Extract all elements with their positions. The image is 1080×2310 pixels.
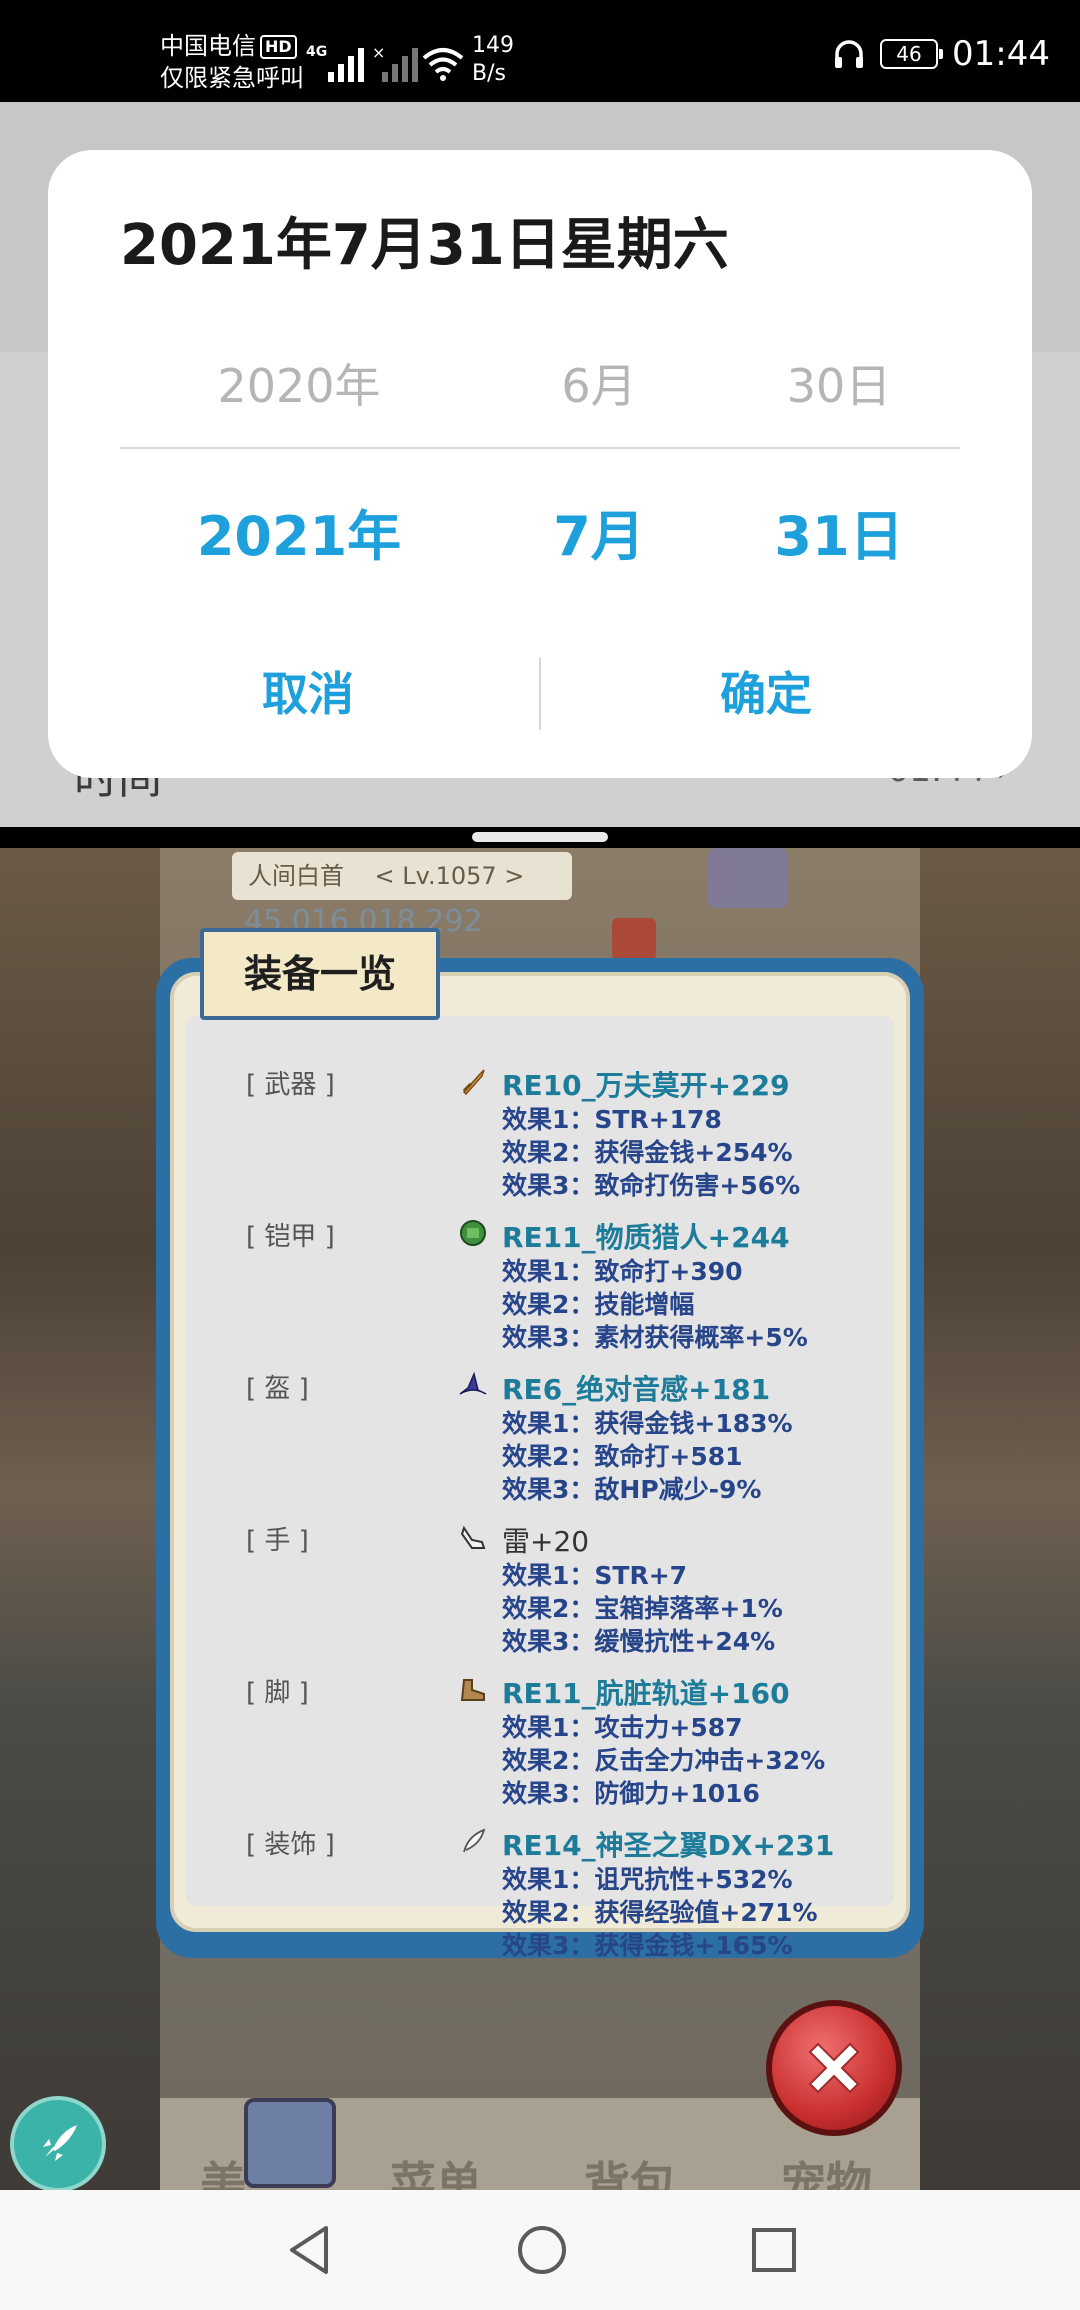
slot-label: [ 铠甲 ] [246,1222,335,1252]
hd-badge: HD [260,35,297,59]
effect-2: 效果2：反击全力冲击+32% [502,1746,826,1775]
effect-3: 效果3：敌HP减少-9% [502,1475,762,1504]
picker-divider [120,447,960,449]
equipment-name: RE14_神圣之翼DX+231 [502,1829,835,1862]
signal-strength-icon [328,48,364,82]
year-option-prev[interactable]: 2020年 [169,350,429,416]
effect-3: 效果3：致命打伤害+56% [502,1171,801,1200]
boot-icon [460,1679,485,1701]
equipment-name: RE11_肮脏轨道+160 [502,1677,790,1710]
feather-icon [463,1828,486,1853]
status-right: 46 01:44 [832,30,1050,78]
effect-1: 效果1：攻击力+587 [502,1713,743,1742]
effect-3: 效果3：获得金钱+165% [502,1931,793,1960]
status-time: 01:44 [952,34,1050,74]
player-level: < Lv.1057 > [374,862,525,890]
speed-unit: B/s [472,61,506,86]
carrier-info: 中国电信 HD 仅限紧急呼叫 [160,30,304,94]
close-icon [808,2042,860,2094]
player-name: 人间白首 [248,862,344,890]
slot-label: [ 盔 ] [246,1374,309,1404]
effect-2: 效果2：宝箱掉落率+1% [502,1594,783,1623]
effect-1: 效果1：STR+7 [502,1561,688,1590]
speed-value: 149 [472,33,514,58]
confirm-button[interactable]: 确定 [576,654,956,734]
status-bar: 中国电信 HD 仅限紧急呼叫 4G × 149 B/s 46 01:44 [0,0,1080,102]
month-wheel-selected[interactable]: 7月 [469,492,729,571]
sword-icon [462,1069,485,1096]
home-icon[interactable] [514,2220,570,2280]
equipment-name: RE10_万夫莫开+229 [502,1069,790,1102]
split-screen-handle[interactable] [472,832,608,842]
game-window: 人间白首 < Lv.1057 > 45,016,018,292 美 菜单 背包 … [0,848,1080,2190]
hat-icon [459,1371,487,1395]
svg-text:×: × [372,44,385,62]
treasure-box-menu-icon[interactable] [244,2098,336,2188]
effect-2: 效果2：技能增幅 [502,1290,695,1319]
wifi-icon [422,48,464,81]
back-icon[interactable] [282,2220,338,2280]
date-picker-title: 2021年7月31日星期六 [120,213,729,278]
effect-1: 效果1：STR+178 [502,1105,722,1134]
panel-title: 装备一览 [200,928,440,1020]
day-option-prev[interactable]: 30日 [709,350,969,416]
equipment-panel: [ 武器 ] RE10_万夫莫开+229 效果1：STR+178 效果2：获得金… [156,958,924,1960]
signal-no-service-icon: × [372,44,418,82]
month-option-prev[interactable]: 6月 [469,350,729,416]
slot-label: [ 手 ] [246,1526,309,1556]
treasure-box-icon[interactable] [708,848,788,908]
network-speed: 149 B/s [472,32,514,88]
rocket-glyph-icon [43,2125,77,2161]
close-button[interactable] [766,2000,902,2136]
network-type-label: 4G [306,44,328,60]
equipment-list: [ 武器 ] RE10_万夫莫开+229 效果1：STR+178 效果2：获得金… [186,1016,894,1960]
effect-3: 效果3：素材获得概率+5% [502,1323,808,1352]
battery-indicator: 46 [880,39,944,69]
effect-2: 效果2：致命打+581 [502,1442,743,1471]
headphones-icon [835,40,864,68]
date-picker-dialog: 2021年7月31日星期六 2020年 6月 30日 2021年 7月 31日 … [48,150,1032,778]
effect-2: 效果2：获得金钱+254% [502,1138,793,1167]
equipment-name: 雷+20 [502,1525,590,1558]
effect-3: 效果3：缓慢抗性+24% [502,1627,776,1656]
effect-1: 效果1：获得金钱+183% [502,1409,793,1438]
navigation-bar [0,2190,1080,2310]
equipment-name: RE6_绝对音感+181 [502,1373,771,1406]
slot-label: [ 脚 ] [246,1678,309,1708]
effect-1: 效果1：致命打+390 [502,1257,743,1286]
menu-item-1[interactable]: 菜单 [390,2148,482,2190]
slot-label: [ 装饰 ] [246,1830,335,1860]
menu-item-0[interactable]: 美 [200,2148,246,2190]
glove-icon [460,1525,486,1549]
recent-apps-icon[interactable] [746,2220,802,2280]
carrier-name: 中国电信 [160,32,256,60]
day-wheel-selected[interactable]: 31日 [709,492,969,571]
armor-icon [460,1220,486,1246]
equipment-panel-body: [ 武器 ] RE10_万夫莫开+229 效果1：STR+178 效果2：获得金… [170,972,910,1960]
player-info: 人间白首 < Lv.1057 > [232,852,572,900]
menu-item-2[interactable]: 背包 [584,2148,676,2190]
cancel-button[interactable]: 取消 [118,654,498,734]
menu-item-3[interactable]: 宠物 [780,2148,872,2190]
effect-3: 效果3：防御力+1016 [502,1779,760,1808]
slot-label: [ 武器 ] [246,1070,335,1100]
equipment-name: RE11_物质猎人+244 [502,1221,790,1254]
effect-2: 效果2：获得经验值+271% [502,1898,818,1927]
effect-1: 效果1：诅咒抗性+532% [502,1865,793,1894]
emergency-text: 仅限紧急呼叫 [160,64,304,92]
year-wheel-selected[interactable]: 2021年 [169,492,429,571]
rocket-icon[interactable] [10,2096,106,2190]
button-separator [539,658,541,730]
